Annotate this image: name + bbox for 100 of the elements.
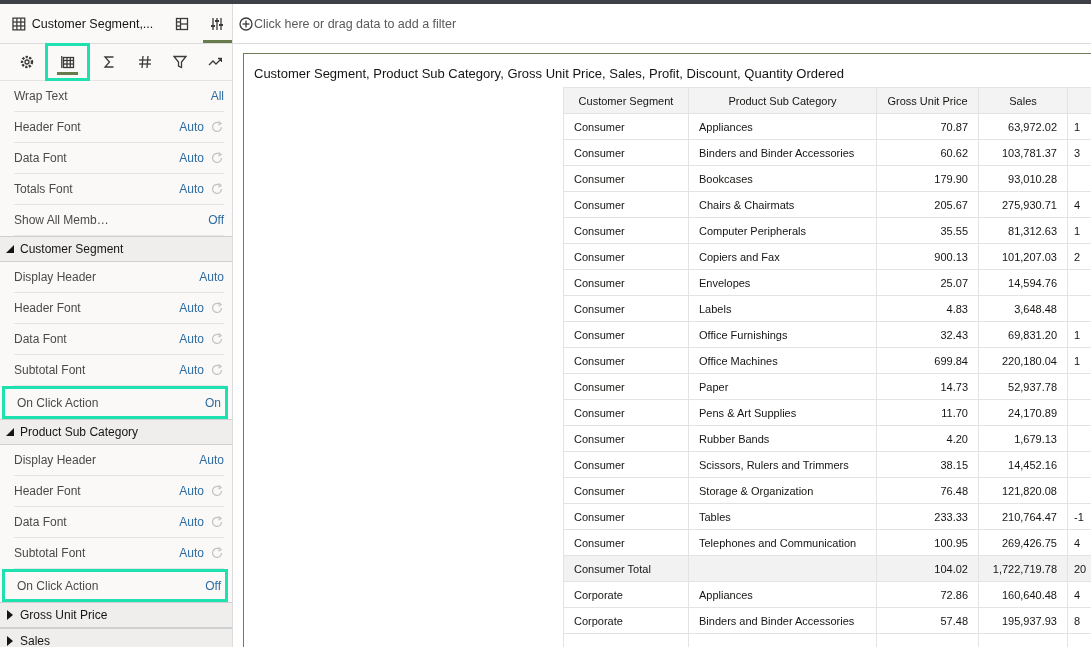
table-cell: 160,640.48 [978, 581, 1068, 608]
filter-icon [172, 55, 187, 69]
property-label: On Click Action [17, 578, 99, 593]
add-icon [239, 16, 253, 31]
table-cell: 72.86 [876, 581, 979, 608]
table-cell: Bookcases [688, 165, 877, 192]
table-cell: 70.87 [876, 113, 979, 140]
table-cell: Consumer [563, 477, 689, 504]
table-cell: 32.43 [876, 321, 979, 348]
table-cell: 57.48 [876, 607, 979, 634]
reset-icon [210, 151, 224, 165]
property-value[interactable]: Auto [179, 182, 204, 196]
property-value[interactable]: Auto [179, 515, 204, 529]
property-value[interactable]: Auto [179, 484, 204, 498]
property-value[interactable]: Off [208, 213, 224, 227]
collapse-triangle-icon [6, 245, 14, 253]
section-title: Gross Unit Price [20, 608, 108, 622]
property-label: On Click Action [17, 395, 99, 410]
table-cell: Consumer [563, 529, 689, 556]
table-cell: 81,312.63 [978, 217, 1068, 244]
table-cell: Consumer [563, 139, 689, 166]
table-cell: 195,937.93 [978, 607, 1068, 634]
table-cell: 100.95 [876, 529, 979, 556]
table-icon [60, 55, 75, 69]
section-header[interactable]: Product Sub Category [0, 419, 232, 445]
reset-icon [210, 515, 224, 529]
property-label: Subtotal Font [14, 363, 86, 377]
table-cell: 24,170.89 [978, 399, 1068, 426]
table-cell: Rubber Bands [688, 425, 877, 452]
column-header[interactable]: Product Sub Category [688, 87, 877, 114]
table-cell: 35.55 [876, 217, 979, 244]
property-value[interactable]: Auto [179, 546, 204, 560]
table-cell: Consumer [563, 503, 689, 530]
property-value[interactable]: Auto [199, 270, 224, 284]
property-value[interactable]: Auto [179, 363, 204, 377]
filter-placeholder[interactable]: Click here or drag data to add a filter [254, 16, 457, 31]
reset-icon [210, 301, 224, 315]
table-cell: Consumer [563, 113, 689, 140]
panel-title: Customer Segment,... [31, 16, 154, 31]
table-cell: 25.07 [876, 269, 979, 296]
property-tab[interactable] [45, 43, 91, 81]
total-cell: Consumer Total [563, 555, 689, 582]
table-cell: Consumer [563, 269, 689, 296]
table-cell: Scissors, Rulers and Trimmers [688, 451, 877, 478]
table-cell: 205.67 [876, 191, 979, 218]
hash-icon [137, 55, 152, 69]
table-cell: 14.73 [876, 373, 979, 400]
property-value[interactable]: Auto [179, 301, 204, 315]
property-label: Data Font [14, 151, 67, 165]
table-cell: Consumer [563, 425, 689, 452]
table-cell: 93,010.28 [978, 165, 1068, 192]
section-header[interactable]: Sales [0, 628, 232, 647]
property-value[interactable]: All [210, 89, 224, 103]
column-header[interactable]: Sales [978, 87, 1068, 114]
property-value[interactable]: Auto [199, 453, 224, 467]
property-value[interactable]: Off [205, 578, 221, 593]
layout-icon [174, 16, 189, 31]
reset-icon [210, 332, 224, 346]
section-title: Sales [20, 634, 51, 647]
sliders-icon [210, 16, 225, 31]
table-cell: Consumer [563, 451, 689, 478]
property-label: Show All Memb… [14, 213, 109, 227]
table-cell: Office Machines [688, 347, 877, 374]
reset-icon [210, 546, 224, 560]
property-label: Subtotal Font [14, 546, 86, 560]
total-cell: 104.02 [876, 555, 979, 582]
reset-icon [210, 120, 224, 134]
table-cell: 14,452.16 [978, 451, 1068, 478]
table-cell: 220,180.04 [978, 347, 1068, 374]
table-cell: Consumer [563, 243, 689, 270]
section-header[interactable]: Customer Segment [0, 236, 232, 262]
table-cell: Corporate [563, 607, 689, 634]
property-label: Data Font [14, 332, 67, 346]
property-label: Totals Font [14, 182, 73, 196]
section-header[interactable]: Gross Unit Price [0, 602, 232, 628]
table-cell: Consumer [563, 295, 689, 322]
table-cell: Corporate [563, 581, 689, 608]
section-title: Customer Segment [20, 242, 124, 256]
column-header[interactable]: Gross Unit Price [876, 87, 979, 114]
reset-icon [210, 363, 224, 377]
property-value[interactable]: Auto [179, 120, 204, 134]
table-cell: Storage & Organization [688, 477, 877, 504]
table-cell: Consumer [563, 347, 689, 374]
grid-icon [12, 16, 26, 31]
table-cell: 1,679.13 [978, 425, 1068, 452]
table-cell: Labels [688, 295, 877, 322]
table-cell: Telephones and Communication [688, 529, 877, 556]
property-value[interactable]: Auto [179, 332, 204, 346]
table-cell: 210,764.47 [978, 503, 1068, 530]
property-label: Display Header [14, 270, 97, 284]
table-cell: 11.70 [876, 399, 979, 426]
settings-icon [19, 55, 34, 69]
table-cell: 69,831.20 [978, 321, 1068, 348]
table-cell: Copiers and Fax [688, 243, 877, 270]
table-cell: Consumer [563, 191, 689, 218]
table-cell: Office Furnishings [688, 321, 877, 348]
property-value[interactable]: Auto [179, 151, 204, 165]
column-header[interactable]: Customer Segment [563, 87, 689, 114]
table-cell: 233.33 [876, 503, 979, 530]
property-value[interactable]: On [205, 395, 221, 410]
